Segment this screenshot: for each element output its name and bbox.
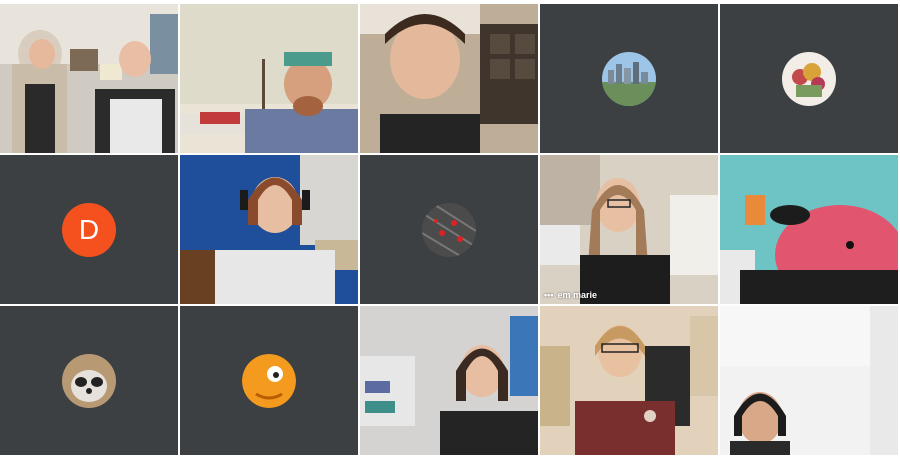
participant-grid: D ••• em marie	[0, 0, 900, 464]
participant-tile-2[interactable]	[180, 4, 358, 153]
participant-video-10	[720, 155, 898, 304]
participant-video-14	[540, 306, 718, 455]
participant-video-2	[180, 4, 358, 153]
participant-tile-5[interactable]	[720, 4, 898, 153]
participant-tile-4[interactable]	[540, 4, 718, 153]
participant-tile-7[interactable]	[180, 155, 358, 304]
audio-level-icon: •••	[544, 290, 554, 300]
participant-video-1	[0, 4, 178, 153]
city-skyline-icon	[602, 51, 656, 106]
participant-video-7	[180, 155, 358, 304]
flowers-icon	[782, 51, 836, 106]
participant-tile-8[interactable]	[360, 155, 538, 304]
participant-tile-15[interactable]	[720, 306, 898, 455]
participant-tile-12[interactable]	[180, 306, 358, 455]
participant-tile-14[interactable]	[540, 306, 718, 455]
participant-tile-6[interactable]: D	[0, 155, 178, 304]
participant-video-9	[540, 155, 718, 304]
participant-tile-11[interactable]	[0, 306, 178, 455]
red-objects-icon	[422, 202, 476, 257]
participant-video-13	[360, 306, 538, 455]
participant-tile-13[interactable]	[360, 306, 538, 455]
participant-name-tag: ••• em marie	[544, 290, 597, 300]
participant-initial: D	[78, 213, 100, 245]
participant-initial-avatar: D	[62, 202, 116, 257]
orange-creature-icon	[242, 353, 296, 408]
participant-tile-3[interactable]	[360, 4, 538, 153]
raccoon-icon	[62, 353, 116, 408]
participant-tile-10[interactable]	[720, 155, 898, 304]
participant-video-15	[720, 306, 898, 455]
participant-tile-9[interactable]: ••• em marie	[540, 155, 718, 304]
participant-video-3	[360, 4, 538, 153]
participant-name: em marie	[557, 290, 597, 300]
video-call-window: D ••• em marie	[0, 0, 900, 465]
participant-tile-1[interactable]	[0, 4, 178, 153]
